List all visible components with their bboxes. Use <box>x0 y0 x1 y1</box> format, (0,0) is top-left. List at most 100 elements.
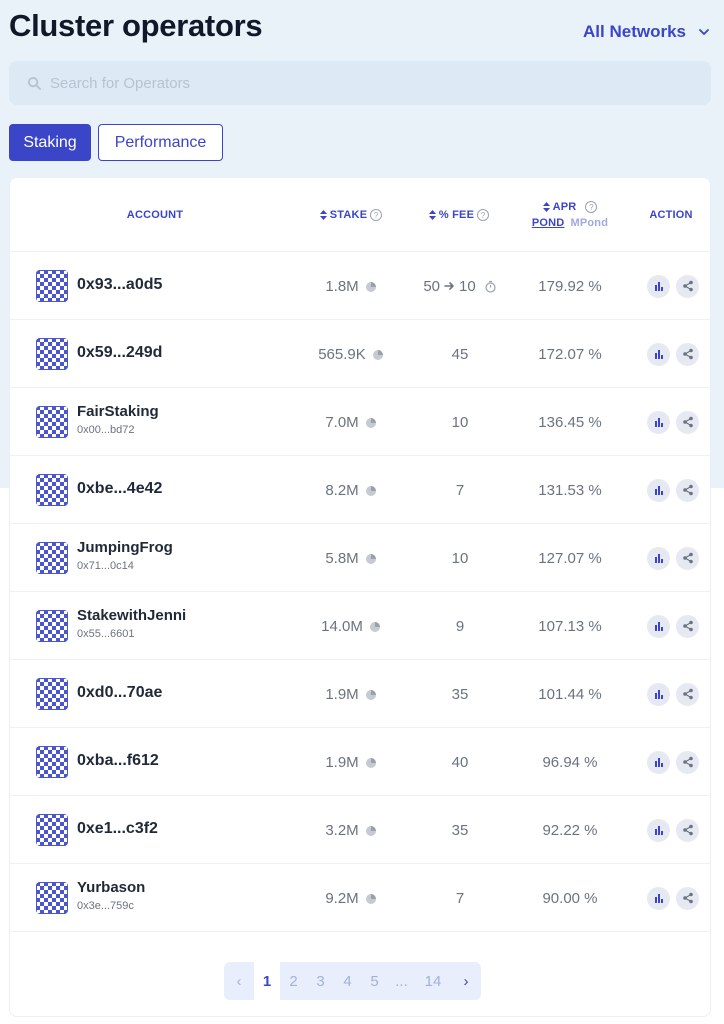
share-icon[interactable] <box>676 274 699 298</box>
bar-chart-icon[interactable] <box>647 274 670 298</box>
stake-cell: 8.2M <box>296 456 406 524</box>
bar-chart-icon[interactable] <box>647 546 670 570</box>
tab-performance[interactable]: Performance <box>98 124 223 161</box>
action-cell <box>638 592 708 660</box>
apr-cell: 131.53 % <box>515 456 625 524</box>
tab-staking[interactable]: Staking <box>9 124 91 161</box>
pagination-page-2[interactable]: 2 <box>280 962 307 1000</box>
avatar <box>36 882 68 914</box>
avatar <box>36 338 68 370</box>
column-action: ACTION <box>649 209 693 221</box>
account-name[interactable]: JumpingFrog <box>77 539 173 556</box>
table-row[interactable]: 0xe1...c3f2 3.2M 35 92.22 % <box>10 796 710 864</box>
apr-cell: 127.07 % <box>515 524 625 592</box>
avatar <box>36 678 68 710</box>
stake-value: 3.2M <box>325 821 359 839</box>
table-row[interactable]: 0x93...a0d5 1.8M 50 10 179.92 % <box>10 252 710 320</box>
fee-cell: 9 <box>405 592 515 660</box>
apr-mpond-toggle[interactable]: MPond <box>570 217 608 229</box>
account-address: 0x55...6601 <box>77 628 135 640</box>
apr-pond-toggle[interactable]: POND <box>532 217 565 229</box>
bar-chart-icon[interactable] <box>647 342 670 366</box>
share-icon[interactable] <box>676 478 699 502</box>
account-name[interactable]: 0x93...a0d5 <box>77 276 162 294</box>
share-icon[interactable] <box>676 342 699 366</box>
apr-cell: 107.13 % <box>515 592 625 660</box>
stake-cell: 9.2M <box>296 864 406 932</box>
fee-cell: 10 <box>405 524 515 592</box>
table-row[interactable]: 0xba...f612 1.9M 40 96.94 % <box>10 728 710 796</box>
account-name[interactable]: 0xba...f612 <box>77 752 159 770</box>
sort-icon[interactable] <box>542 202 550 212</box>
fee-cell: 10 <box>405 388 515 456</box>
pagination-next[interactable]: › <box>451 962 481 1000</box>
column-account: ACCOUNT <box>126 209 184 221</box>
table-row[interactable]: FairStaking 0x00...bd72 7.0M 10 136.45 % <box>10 388 710 456</box>
bar-chart-icon[interactable] <box>647 682 670 706</box>
search-input[interactable] <box>50 74 650 92</box>
account-name[interactable]: 0xd0...70ae <box>77 684 162 702</box>
table-row[interactable]: JumpingFrog 0x71...0c14 5.8M 10 127.07 % <box>10 524 710 592</box>
account-name[interactable]: Yurbason <box>77 879 145 896</box>
table-row[interactable]: 0xbe...4e42 8.2M 7 131.53 % <box>10 456 710 524</box>
apr-cell: 90.00 % <box>515 864 625 932</box>
share-icon[interactable] <box>676 546 699 570</box>
action-cell <box>638 728 708 796</box>
column-fee[interactable]: % FEE ? <box>414 178 504 252</box>
share-icon[interactable] <box>676 614 699 638</box>
fee-cell: 7 <box>405 456 515 524</box>
column-apr: APR ? POND MPond <box>520 178 620 252</box>
stake-value: 8.2M <box>325 481 359 499</box>
fee-cell: 7 <box>405 864 515 932</box>
account-name[interactable]: FairStaking <box>77 403 159 420</box>
account-name[interactable]: StakewithJenni <box>77 607 186 624</box>
pagination-page-1[interactable]: 1 <box>254 962 280 1000</box>
account-address: 0x71...0c14 <box>77 560 134 572</box>
help-icon[interactable]: ? <box>585 201 598 213</box>
share-icon[interactable] <box>676 818 699 842</box>
fee-value: 7 <box>455 889 465 907</box>
table-row[interactable]: StakewithJenni 0x55...6601 14.0M 9 107.1… <box>10 592 710 660</box>
table-row[interactable]: 0x59...249d 565.9K 45 172.07 % <box>10 320 710 388</box>
bar-chart-icon[interactable] <box>647 886 670 910</box>
apr-value: 172.07 % <box>538 345 602 363</box>
table-row[interactable]: Yurbason 0x3e...759c 9.2M 7 90.00 % <box>10 864 710 932</box>
search-bar <box>9 61 711 105</box>
bar-chart-icon[interactable] <box>647 614 670 638</box>
apr-cell: 92.22 % <box>515 796 625 864</box>
apr-value: 127.07 % <box>538 549 602 567</box>
pagination-prev[interactable]: ‹ <box>224 962 254 1000</box>
table-row[interactable]: 0xd0...70ae 1.9M 35 101.44 % <box>10 660 710 728</box>
operators-table: ACCOUNT STAKE ? % FEE ? APR ? POND MPond… <box>9 177 711 1017</box>
fee-value: 45 <box>451 345 469 363</box>
stake-value: 1.8M <box>325 277 359 295</box>
share-icon[interactable] <box>676 750 699 774</box>
action-cell <box>638 864 708 932</box>
help-icon[interactable]: ? <box>477 209 490 221</box>
stake-cell: 1.9M <box>296 660 406 728</box>
column-stake[interactable]: STAKE ? <box>306 178 396 252</box>
pagination-page-5[interactable]: 5 <box>361 962 388 1000</box>
pagination-page-14[interactable]: 14 <box>415 962 451 1000</box>
pagination-page-3[interactable]: 3 <box>307 962 334 1000</box>
stake-value: 565.9K <box>318 345 366 363</box>
help-icon[interactable]: ? <box>370 209 383 221</box>
avatar <box>36 542 68 574</box>
avatar <box>36 814 68 846</box>
share-icon[interactable] <box>676 886 699 910</box>
account-name[interactable]: 0xe1...c3f2 <box>77 820 158 838</box>
column-stake-label: STAKE <box>329 209 368 221</box>
account-name[interactable]: 0x59...249d <box>77 344 162 362</box>
apr-cell: 179.92 % <box>515 252 625 320</box>
network-select[interactable]: All Networks <box>583 22 710 42</box>
bar-chart-icon[interactable] <box>647 478 670 502</box>
bar-chart-icon[interactable] <box>647 750 670 774</box>
share-icon[interactable] <box>676 682 699 706</box>
account-name[interactable]: 0xbe...4e42 <box>77 480 162 498</box>
bar-chart-icon[interactable] <box>647 818 670 842</box>
pagination-page-4[interactable]: 4 <box>334 962 361 1000</box>
bar-chart-icon[interactable] <box>647 410 670 434</box>
stake-cell: 565.9K <box>296 320 406 388</box>
share-icon[interactable] <box>676 410 699 434</box>
pie-chart-icon <box>365 552 377 564</box>
